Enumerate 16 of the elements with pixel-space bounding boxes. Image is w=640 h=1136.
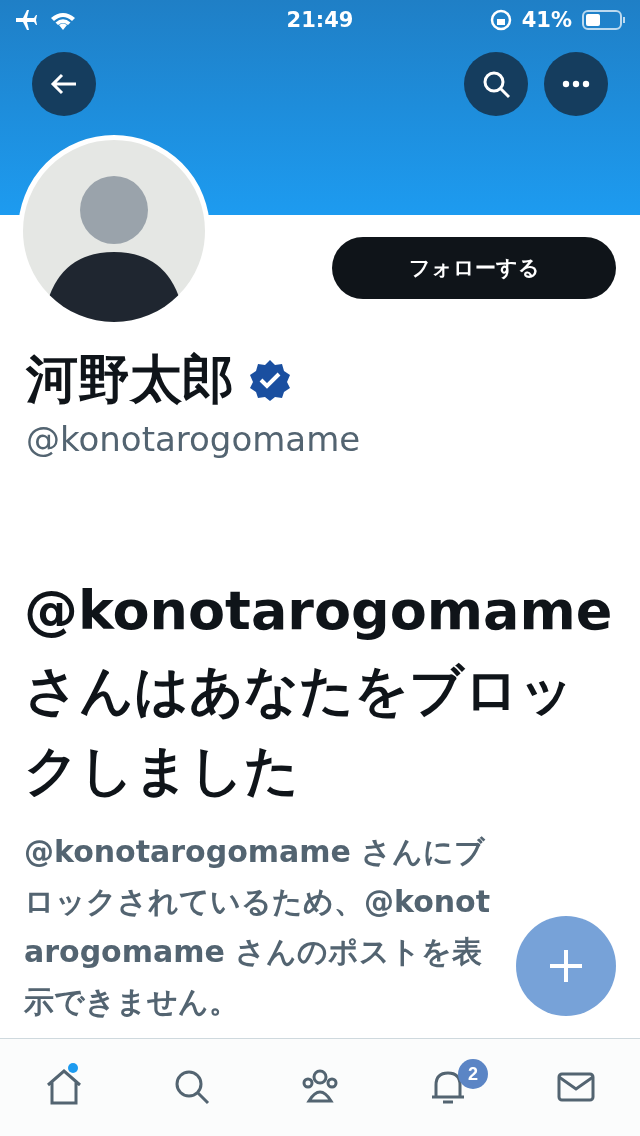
search-icon bbox=[481, 69, 511, 99]
profile-handle: @konotarogomame bbox=[26, 419, 362, 459]
battery-percent: 41% bbox=[521, 8, 572, 32]
status-time: 21:49 bbox=[286, 8, 354, 32]
tab-bar-item[interactable]: 2 bbox=[384, 1039, 512, 1136]
blocked-title: @konotarogomame さんはあなたをブロックしました bbox=[24, 578, 614, 804]
airplane-icon bbox=[14, 9, 38, 31]
profile-name: 河野太郎 bbox=[26, 348, 234, 411]
blocked-message: @konotarogomame さんにブロックされているため、@konotarogomame さんのポストを表示できません。 bbox=[24, 833, 492, 1021]
follow-button[interactable]: フォローする bbox=[332, 237, 616, 299]
battery-icon bbox=[582, 9, 626, 31]
back-arrow-icon bbox=[50, 72, 78, 96]
notification-count: 2 bbox=[458, 1059, 488, 1089]
more-icon bbox=[562, 80, 590, 88]
home-icon bbox=[44, 1067, 84, 1107]
rotation-lock-icon bbox=[489, 9, 512, 31]
